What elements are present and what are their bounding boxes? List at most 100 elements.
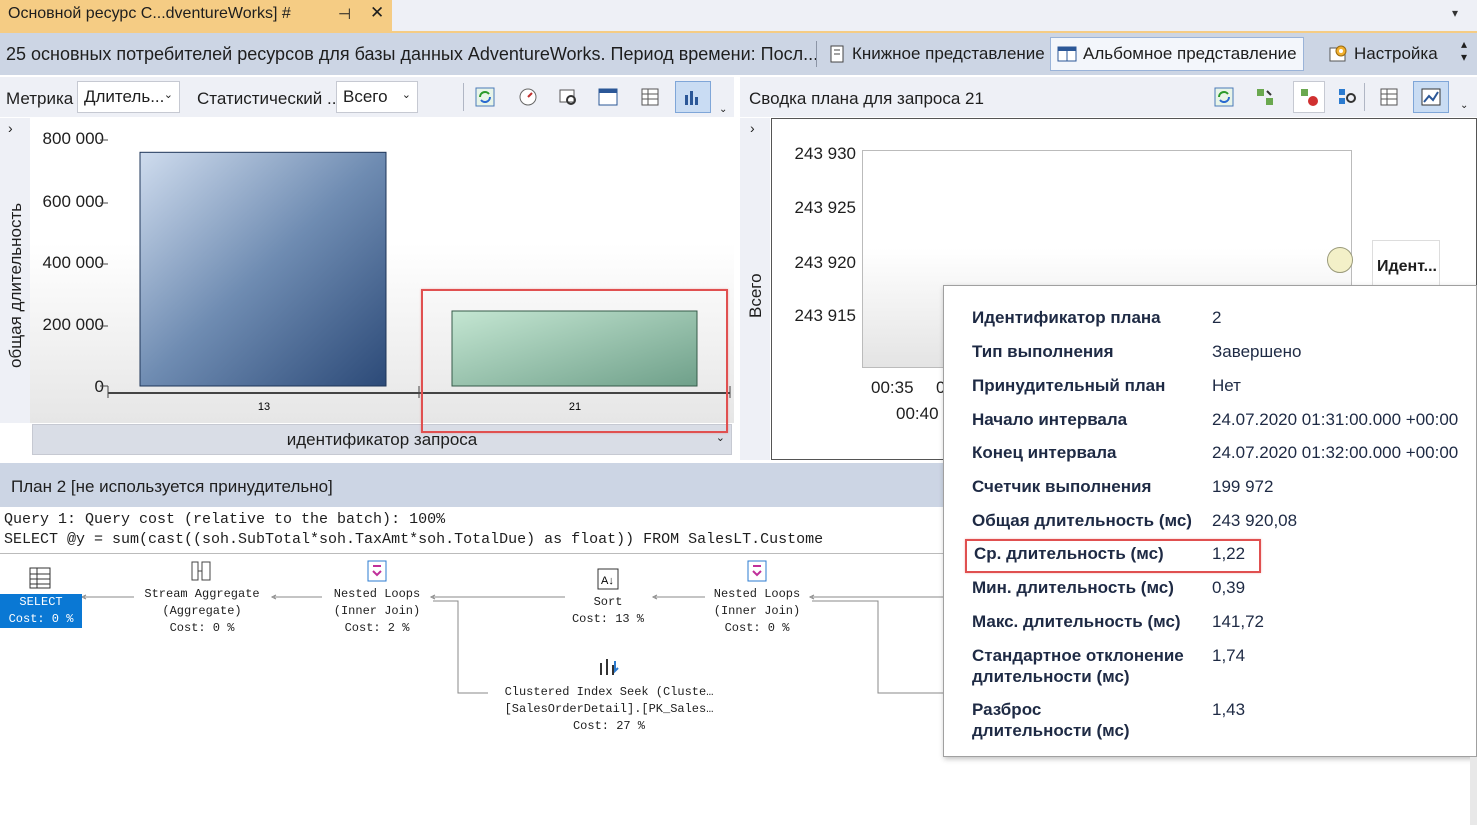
portrait-view-label: Книжное представление bbox=[852, 44, 1045, 63]
highlight-box-avg-duration bbox=[965, 539, 1261, 573]
chart-view-icon[interactable] bbox=[1413, 81, 1449, 113]
document-tab-title: Основной ресурс С...dventureWorks] # bbox=[8, 5, 291, 22]
tooltip-label-execution-type: Тип выполнения bbox=[972, 342, 1114, 361]
plan-point[interactable] bbox=[1327, 247, 1353, 273]
query-cost-line: Query 1: Query cost (relative to the bat… bbox=[4, 511, 446, 528]
y-tick-label: 243 920 bbox=[794, 253, 856, 272]
bar-query-13[interactable] bbox=[139, 151, 387, 387]
configure-button[interactable]: Настройка bbox=[1322, 37, 1444, 71]
tooltip-label-variance-duration: Разброс длительности (мс) bbox=[972, 700, 1130, 740]
sort-node[interactable]: Sort Cost: 13 % bbox=[560, 594, 656, 628]
select-node[interactable]: SELECT Cost: 0 % bbox=[0, 594, 82, 628]
track-query-icon[interactable] bbox=[517, 86, 539, 108]
grid-icon[interactable] bbox=[1378, 86, 1400, 108]
portrait-view-icon bbox=[830, 45, 844, 63]
compare-plans-icon[interactable] bbox=[1336, 86, 1358, 108]
grid-icon[interactable] bbox=[639, 86, 661, 108]
document-tab[interactable]: Основной ресурс С...dventureWorks] # ⊣ ✕ bbox=[0, 0, 392, 31]
statistic-select[interactable]: Всего ⌄ bbox=[336, 81, 418, 113]
plan-summary-title: Сводка плана для запроса 21 bbox=[749, 89, 984, 108]
header-separator bbox=[816, 41, 817, 67]
expand-chevron-icon[interactable]: › bbox=[8, 120, 13, 136]
x-tick-label: 00:35 bbox=[871, 378, 914, 397]
landscape-view-label: Альбомное представление bbox=[1083, 44, 1297, 63]
toolbar-overflow-icon[interactable]: ⌄ bbox=[1460, 100, 1468, 111]
tooltip-value-variance-duration: 1,43 bbox=[1212, 700, 1246, 719]
tooltip-value-total-duration: 243 920,08 bbox=[1212, 511, 1298, 530]
highlight-box-query-21 bbox=[421, 289, 728, 433]
nested-loops-node[interactable]: Nested Loops (Inner Join) Cost: 0 % bbox=[694, 586, 820, 637]
nested-loops-node[interactable]: Nested Loops (Inner Join) Cost: 2 % bbox=[314, 586, 440, 637]
tooltip-value-execution-count: 199 972 bbox=[1212, 477, 1274, 496]
tooltip-value-min-duration: 0,39 bbox=[1212, 578, 1246, 597]
x-tick-label: 13 bbox=[258, 401, 270, 413]
tooltip-label-interval-start: Начало интервала bbox=[972, 410, 1128, 429]
legend-label: Идент... bbox=[1377, 258, 1437, 275]
metric-label: Метрика bbox=[6, 89, 74, 108]
y-tick-label: 600 000 bbox=[42, 192, 104, 211]
y-tick-label: 243 930 bbox=[794, 144, 856, 163]
stream-aggregate-node[interactable]: Stream Aggregate (Aggregate) Cost: 0 % bbox=[128, 586, 276, 637]
clustered-index-seek-node[interactable]: Clustered Index Seek (Cluste… [SalesOrder… bbox=[484, 684, 734, 735]
query-text-line: SELECT @y = sum(cast((soh.SubTotal*soh.T… bbox=[4, 531, 824, 548]
tooltip-value-interval-end: 24.07.2020 01:32:00.000 +00:00 bbox=[1212, 443, 1459, 462]
expand-chevron-icon[interactable]: › bbox=[750, 120, 755, 136]
chevron-down-icon: ⌄ bbox=[401, 89, 411, 101]
refresh-icon[interactable] bbox=[474, 86, 496, 108]
y-tick-label: 400 000 bbox=[42, 253, 104, 272]
header-scroll-icon[interactable]: ▴ ▾ bbox=[1461, 38, 1467, 64]
toolbar-overflow-icon[interactable]: ⌄ bbox=[719, 104, 727, 115]
y-tick-label: 243 925 bbox=[794, 198, 856, 217]
tooltip-label-min-duration: Мин. длительность (мс) bbox=[972, 578, 1174, 597]
tooltip-value-stdev-duration: 1,74 bbox=[1212, 646, 1246, 665]
plan-title: План 2 [не используется принудительно] bbox=[11, 477, 333, 496]
refresh-icon[interactable] bbox=[1213, 86, 1235, 108]
select-node-icon[interactable] bbox=[28, 566, 52, 595]
tab-list-dropdown-icon[interactable]: ▾ bbox=[1452, 6, 1458, 20]
report-title: 25 основных потребителей ресурсов для ба… bbox=[6, 44, 816, 64]
y-tick-label: 0 bbox=[94, 377, 104, 396]
tooltip-value-interval-start: 24.07.2020 01:31:00.000 +00:00 bbox=[1212, 410, 1459, 429]
chart-view-icon[interactable] bbox=[675, 81, 711, 113]
vertical-scrollbar[interactable] bbox=[1470, 757, 1477, 825]
metric-select[interactable]: Длитель... ⌄ bbox=[77, 81, 180, 113]
tooltip-label-max-duration: Макс. длительность (мс) bbox=[972, 612, 1181, 631]
stream-aggregate-icon[interactable] bbox=[189, 559, 213, 588]
plan-tooltip: Идентификатор плана 2 Тип выполнения Зав… bbox=[943, 285, 1477, 757]
chevron-down-icon: ⌄ bbox=[163, 89, 173, 101]
tooltip-value-max-duration: 141,72 bbox=[1212, 612, 1264, 631]
y-tick-label: 800 000 bbox=[42, 129, 104, 148]
tooltip-label-plan-id: Идентификатор плана bbox=[972, 308, 1161, 327]
nested-loops-icon[interactable] bbox=[745, 559, 769, 588]
tooltip-value-execution-type: Завершено bbox=[1212, 342, 1302, 361]
sort-icon[interactable]: A↓ bbox=[596, 567, 620, 596]
x-tick-label: 00:40 bbox=[896, 404, 939, 423]
toolbar-separator bbox=[463, 83, 464, 111]
force-plan-icon[interactable] bbox=[1254, 86, 1276, 108]
grid-format-icon[interactable] bbox=[597, 86, 619, 108]
left-y-axis-title: общая длительность bbox=[6, 202, 25, 368]
close-icon[interactable]: ✕ bbox=[370, 3, 384, 23]
nested-loops-icon[interactable] bbox=[365, 559, 389, 588]
right-y-axis-title: Всего bbox=[746, 273, 765, 318]
tooltip-label-execution-count: Счетчик выполнения bbox=[972, 477, 1152, 496]
configure-label: Настройка bbox=[1354, 44, 1438, 63]
landscape-view-button[interactable]: Альбомное представление bbox=[1050, 37, 1304, 71]
statistic-label: Статистический ... bbox=[197, 89, 342, 108]
y-tick-label: 200 000 bbox=[42, 315, 104, 334]
pin-icon[interactable]: ⊣ bbox=[338, 5, 351, 23]
unforce-plan-icon[interactable] bbox=[1293, 81, 1325, 113]
query-divider bbox=[0, 553, 944, 554]
settings-icon bbox=[1329, 45, 1347, 62]
portrait-view-button[interactable]: Книжное представление bbox=[822, 37, 1051, 71]
tooltip-label-total-duration: Общая длительность (мс) bbox=[972, 511, 1192, 530]
landscape-view-icon bbox=[1057, 46, 1077, 62]
tooltip-value-forced-plan: Нет bbox=[1212, 376, 1241, 395]
tooltip-label-forced-plan: Принудительный план bbox=[972, 376, 1166, 395]
left-x-axis-title: идентификатор запроса bbox=[286, 430, 478, 449]
y-tick-label: 243 915 bbox=[794, 306, 856, 325]
view-query-icon[interactable] bbox=[557, 86, 579, 108]
tooltip-label-interval-end: Конец интервала bbox=[972, 443, 1117, 462]
tooltip-value-plan-id: 2 bbox=[1212, 308, 1222, 327]
clustered-index-seek-icon[interactable] bbox=[597, 655, 621, 684]
